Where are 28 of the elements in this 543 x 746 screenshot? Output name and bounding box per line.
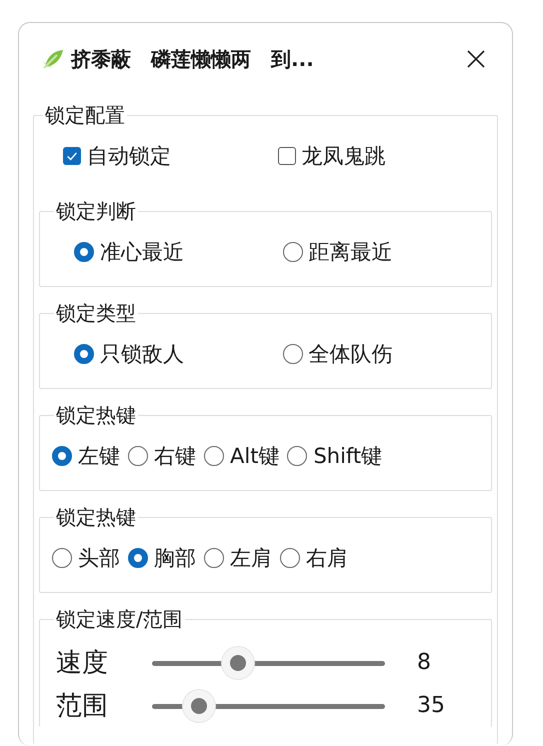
radio-button[interactable]: 左键 — [52, 442, 120, 470]
slider-value: 35 — [417, 693, 445, 718]
slider[interactable] — [152, 690, 385, 722]
radio-button[interactable]: 右键 — [128, 442, 196, 470]
group-label: 锁定判断 — [55, 199, 137, 223]
slider-label: 速度 — [55, 647, 109, 680]
window-title: 挤黍蔽 磷莲懒懒两 到... — [71, 46, 315, 72]
radio-button[interactable]: 头部 — [52, 544, 120, 572]
radio-button[interactable]: 准心最近 — [74, 238, 282, 266]
leaf-icon — [41, 47, 65, 71]
group-label: 锁定速度/范围 — [55, 607, 184, 631]
radio-button[interactable]: 左肩 — [204, 544, 272, 572]
slider-value: 8 — [417, 650, 431, 675]
radio-button[interactable]: 只锁敌人 — [74, 340, 282, 368]
radio-button[interactable]: Alt键 — [204, 442, 280, 470]
group-label: 锁定类型 — [55, 301, 137, 325]
radio-button[interactable]: 距离最近 — [282, 238, 491, 266]
group-label: 锁定热键 — [55, 505, 137, 529]
slider[interactable] — [152, 646, 385, 678]
radio-button[interactable]: 胸部 — [128, 544, 196, 572]
radio-button[interactable]: Shift键 — [287, 442, 382, 470]
group-label: 锁定热键 — [55, 403, 137, 427]
group-label: 锁定配置 — [44, 103, 126, 127]
checkbox[interactable]: 自动锁定 — [63, 142, 278, 170]
slider-label: 范围 — [55, 690, 109, 723]
radio-button[interactable]: 右肩 — [280, 544, 348, 572]
radio-button[interactable]: 全体队伤 — [282, 340, 491, 368]
checkbox[interactable]: 龙凤鬼跳 — [278, 142, 492, 170]
